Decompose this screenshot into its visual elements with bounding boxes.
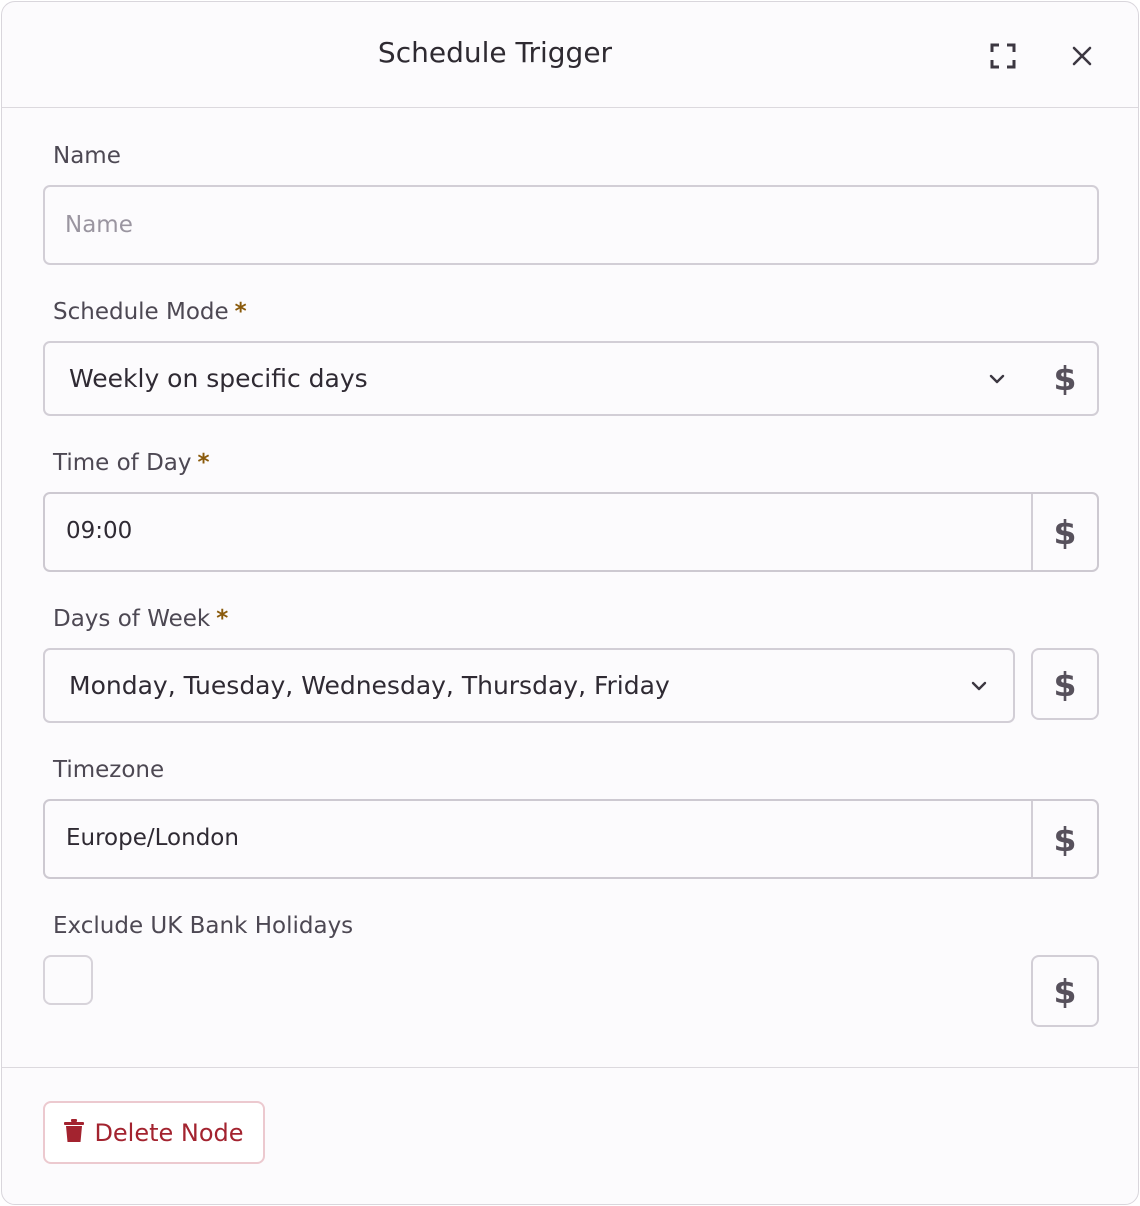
timezone-input[interactable]: Europe/London (66, 825, 239, 851)
time-of-day-input[interactable]: 09:00 (66, 518, 132, 544)
expression-toggle[interactable]: $ (1031, 955, 1099, 1027)
expression-toggle[interactable]: $ (1031, 494, 1097, 570)
dollar-icon: $ (1053, 971, 1077, 1011)
delete-node-button[interactable]: Delete Node (43, 1101, 265, 1164)
timezone-label: Timezone (53, 757, 165, 783)
expression-toggle[interactable]: $ (1031, 648, 1099, 720)
name-label: Name (53, 143, 121, 169)
dollar-icon: $ (1053, 819, 1077, 859)
required-marker: * (234, 299, 247, 325)
exclude-holidays-checkbox[interactable] (43, 955, 93, 1005)
time-of-day-field: 09:00 $ (43, 492, 1099, 572)
schedule-mode-select[interactable]: Weekly on specific days $ (43, 341, 1099, 416)
days-of-week-label: Days of Week * (53, 606, 229, 632)
exclude-holidays-label: Exclude UK Bank Holidays (53, 913, 354, 939)
days-of-week-select[interactable]: Monday, Tuesday, Wednesday, Thursday, Fr… (43, 648, 1015, 723)
timezone-field: Europe/London $ (43, 799, 1099, 879)
close-icon (1072, 46, 1092, 66)
expand-button[interactable] (985, 38, 1021, 74)
name-input[interactable] (45, 187, 1097, 263)
dialog-header: Schedule Trigger (2, 2, 1138, 108)
chevron-down-icon (969, 679, 989, 693)
dialog-title: Schedule Trigger (377, 36, 613, 69)
dollar-icon: $ (1053, 664, 1077, 704)
expression-toggle[interactable]: $ (1045, 362, 1085, 395)
expand-icon (990, 43, 1016, 69)
schedule-trigger-dialog: Schedule Trigger Name Schedule Mode* Wee… (1, 1, 1139, 1205)
required-marker: * (216, 606, 229, 632)
name-field (43, 185, 1099, 265)
required-marker: * (197, 450, 210, 476)
schedule-mode-label: Schedule Mode * (53, 299, 247, 325)
expression-toggle[interactable]: $ (1031, 801, 1097, 877)
dollar-icon: $ (1053, 512, 1077, 552)
trash-icon (64, 1118, 85, 1147)
days-of-week-value: Monday, Tuesday, Wednesday, Thursday, Fr… (69, 671, 670, 700)
footer-divider (2, 1067, 1138, 1068)
delete-node-label: Delete Node (94, 1118, 244, 1147)
close-button[interactable] (1064, 38, 1100, 74)
chevron-down-icon (987, 372, 1007, 386)
schedule-mode-value: Weekly on specific days (69, 364, 368, 393)
time-of-day-label: Time of Day * (53, 450, 210, 476)
